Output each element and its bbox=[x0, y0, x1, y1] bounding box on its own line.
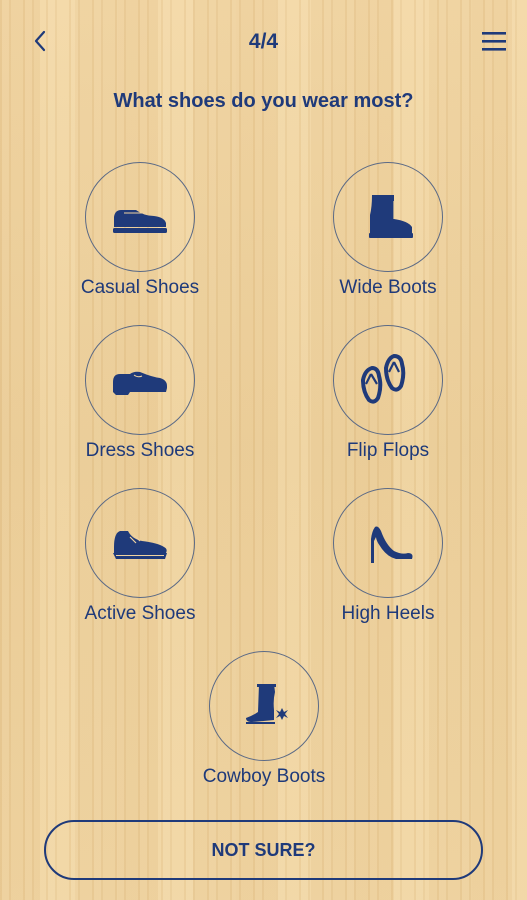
hamburger-menu-icon bbox=[482, 32, 506, 51]
question-title: What shoes do you wear most? bbox=[113, 90, 414, 112]
option-casual-shoes[interactable]: Casual Shoes bbox=[60, 162, 220, 299]
option-label: Flip Flops bbox=[346, 440, 430, 461]
dress-shoe-icon bbox=[113, 371, 167, 395]
option-active-shoes[interactable]: Active Shoes bbox=[60, 488, 220, 625]
menu-button[interactable] bbox=[481, 30, 507, 52]
option-flip-flops[interactable]: Flip Flops bbox=[308, 325, 468, 462]
option-circle bbox=[85, 325, 195, 435]
step-indicator: 4/4 bbox=[248, 30, 279, 53]
option-circle bbox=[209, 651, 319, 761]
option-label: Active Shoes bbox=[84, 603, 196, 624]
high-heel-icon bbox=[371, 526, 413, 563]
option-circle bbox=[333, 488, 443, 598]
option-circle bbox=[85, 162, 195, 272]
not-sure-button[interactable]: NOT SURE? bbox=[44, 820, 483, 880]
header: 4/4 bbox=[0, 0, 527, 84]
casual-shoe-icon bbox=[113, 210, 167, 233]
flip-flops-icon bbox=[360, 353, 406, 404]
option-dress-shoes[interactable]: Dress Shoes bbox=[60, 325, 220, 462]
option-circle bbox=[85, 488, 195, 598]
option-label: Wide Boots bbox=[339, 277, 437, 298]
option-high-heels[interactable]: High Heels bbox=[308, 488, 468, 625]
option-circle bbox=[333, 162, 443, 272]
option-label: High Heels bbox=[341, 603, 435, 624]
option-label: Cowboy Boots bbox=[202, 766, 326, 787]
option-wide-boots[interactable]: Wide Boots bbox=[308, 162, 468, 299]
option-cowboy-boots[interactable]: Cowboy Boots bbox=[184, 651, 344, 788]
wide-boot-icon bbox=[369, 195, 413, 238]
cowboy-boot-icon bbox=[246, 684, 288, 724]
sneaker-icon bbox=[113, 531, 167, 559]
option-label: Dress Shoes bbox=[85, 440, 195, 461]
option-label: Casual Shoes bbox=[80, 277, 200, 298]
option-circle bbox=[333, 325, 443, 435]
